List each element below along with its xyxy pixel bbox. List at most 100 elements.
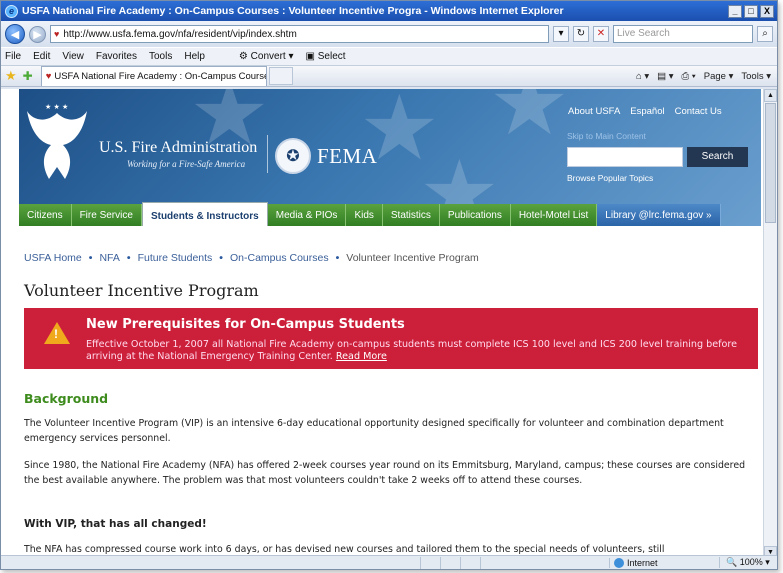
add-favorite-icon[interactable]: ✚ (23, 69, 33, 83)
address-field[interactable]: ♥ http://www.usfa.fema.gov/nfa/resident/… (50, 25, 549, 43)
globe-icon (614, 557, 624, 568)
eagle-logo-icon: ★ ★ ★ (27, 103, 87, 179)
breadcrumb-current: Volunteer Incentive Program (346, 252, 479, 264)
alert-text: Effective October 1, 2007 all National F… (86, 339, 738, 362)
main-nav: Citizens Fire Service Students & Instruc… (19, 202, 721, 226)
dhs-seal-icon[interactable]: ✪ (275, 138, 311, 174)
utility-links: About USFA Español Contact Us (568, 106, 722, 117)
breadcrumb-nfa[interactable]: NFA (99, 252, 119, 264)
breadcrumb-future-students[interactable]: Future Students (138, 252, 213, 264)
nav-media-pios[interactable]: Media & PIOs (267, 204, 347, 226)
security-zone: Internet (609, 557, 719, 568)
usfa-tagline: Working for a Fire-Safe America (127, 159, 246, 169)
url-text: http://www.usfa.fema.gov/nfa/resident/vi… (63, 28, 297, 40)
menu-view[interactable]: View (62, 51, 84, 62)
tab-bar: ★ ✚ ♥ USFA National Fire Academy : On-Ca… (1, 65, 777, 87)
browser-tab[interactable]: ♥ USFA National Fire Academy : On-Campus… (40, 66, 267, 86)
print-icon[interactable]: ⎙ ▾ (682, 71, 696, 82)
breadcrumb-on-campus-courses[interactable]: On-Campus Courses (230, 252, 329, 264)
skip-to-content-link[interactable]: Skip to Main Content (567, 131, 646, 141)
fema-logo[interactable]: FEMA (317, 144, 377, 169)
nav-statistics[interactable]: Statistics (382, 204, 440, 226)
menu-tools[interactable]: Tools (149, 51, 172, 62)
page-menu[interactable]: Page ▾ (704, 71, 734, 82)
favorites-star-icon[interactable]: ★ (5, 68, 17, 84)
breadcrumb-usfa-home[interactable]: USFA Home (24, 252, 82, 264)
status-text-area (1, 556, 421, 569)
menu-file[interactable]: File (5, 51, 21, 62)
status-segment (461, 556, 481, 569)
breadcrumb-separator: • (219, 252, 223, 264)
menu-help[interactable]: Help (184, 51, 205, 62)
ie-logo-icon: e (5, 4, 18, 18)
title-bar: e USFA National Fire Academy : On-Campus… (1, 1, 777, 21)
menu-favorites[interactable]: Favorites (96, 51, 137, 62)
alert-title: New Prerequisites for On-Campus Students (86, 317, 405, 332)
header-divider (267, 135, 268, 173)
nav-citizens[interactable]: Citizens (19, 204, 72, 226)
prerequisites-alert: ! New Prerequisites for On-Campus Studen… (24, 308, 758, 369)
minimize-button[interactable]: _ (728, 4, 742, 18)
status-bar: Internet 🔍 100% ▾ (1, 555, 777, 569)
breadcrumb-separator: • (335, 252, 340, 264)
menu-edit[interactable]: Edit (33, 51, 50, 62)
scroll-thumb[interactable] (765, 103, 776, 223)
svg-text:★ ★ ★: ★ ★ ★ (45, 103, 68, 111)
address-toolbar: ◀ ▶ ♥ http://www.usfa.fema.gov/nfa/resid… (1, 21, 777, 47)
nav-library[interactable]: Library @lrc.fema.gov » (597, 204, 721, 226)
breadcrumb-separator: • (88, 252, 93, 264)
page-viewport: ★ ★ ★ ★ ★ ★ ★ U.S. Fire Administration W… (1, 89, 777, 559)
browse-popular-topics-link[interactable]: Browse Popular Topics (567, 173, 653, 183)
vip-subheading: With VIP, that has all changed! (24, 518, 207, 530)
paragraph-1: The Volunteer Incentive Program (VIP) is… (24, 418, 724, 444)
read-more-link[interactable]: Read More (336, 351, 387, 362)
stop-button[interactable]: ✕ (593, 26, 609, 42)
decorative-star-icon: ★ (489, 89, 570, 154)
maximize-button[interactable]: □ (744, 4, 758, 18)
scroll-up-icon[interactable]: ▲ (764, 89, 777, 102)
command-bar: ⌂ ▾ ▤ ▾ ⎙ ▾ Page ▾ Tools ▾ (636, 71, 777, 82)
select-button[interactable]: ▣ Select (306, 51, 346, 62)
alert-body: Effective October 1, 2007 all National F… (86, 339, 751, 363)
breadcrumb: USFA Home • NFA • Future Students • On-C… (24, 252, 479, 264)
search-button[interactable]: Search (687, 147, 748, 167)
page-title: Volunteer Incentive Program (24, 281, 259, 300)
tab-title: USFA National Fire Academy : On-Campus C… (54, 71, 267, 82)
nav-fire-service[interactable]: Fire Service (71, 204, 142, 226)
contact-us-link[interactable]: Contact Us (675, 106, 722, 117)
nav-hotel-motel-list[interactable]: Hotel-Motel List (510, 204, 598, 226)
about-usfa-link[interactable]: About USFA (568, 106, 620, 117)
warning-mark: ! (54, 327, 58, 341)
tab-favicon-icon: ♥ (45, 71, 52, 82)
search-icon[interactable]: ⌕ (757, 26, 773, 42)
browser-window: e USFA National Fire Academy : On-Campus… (0, 0, 778, 570)
site-header: ★ ★ ★ ★ ★ ★ ★ U.S. Fire Administration W… (19, 89, 761, 226)
site-search-input[interactable] (567, 147, 683, 167)
forward-button[interactable]: ▶ (29, 25, 46, 43)
window-title: USFA National Fire Academy : On-Campus C… (22, 5, 564, 17)
nav-publications[interactable]: Publications (439, 204, 511, 226)
breadcrumb-separator: • (126, 252, 131, 264)
espanol-link[interactable]: Español (630, 106, 664, 117)
back-button[interactable]: ◀ (5, 24, 25, 44)
live-search-input[interactable]: Live Search (613, 25, 753, 43)
nav-students-instructors[interactable]: Students & Instructors (141, 202, 268, 226)
refresh-button[interactable]: ↻ (573, 26, 589, 42)
new-tab-button[interactable] (268, 67, 293, 85)
status-segment (421, 556, 441, 569)
background-heading: Background (24, 391, 109, 406)
paragraph-2: Since 1980, the National Fire Academy (N… (24, 460, 746, 486)
status-segment (441, 556, 461, 569)
web-page: ★ ★ ★ ★ ★ ★ ★ U.S. Fire Administration W… (19, 89, 761, 559)
usfa-title[interactable]: U.S. Fire Administration (99, 139, 257, 157)
dropdown-arrow-icon[interactable]: ▾ (553, 26, 569, 42)
nav-kids[interactable]: Kids (346, 204, 383, 226)
zoom-level[interactable]: 🔍 100% ▾ (719, 557, 777, 568)
close-button[interactable]: X (760, 4, 774, 18)
home-icon[interactable]: ⌂ ▾ (636, 71, 649, 82)
zone-label: Internet (627, 557, 658, 568)
vertical-scrollbar[interactable]: ▲ ▼ (763, 89, 777, 559)
convert-button[interactable]: ⚙ Convert ▾ (239, 51, 294, 62)
tools-menu[interactable]: Tools ▾ (741, 71, 771, 82)
feeds-icon[interactable]: ▤ ▾ (657, 71, 673, 82)
